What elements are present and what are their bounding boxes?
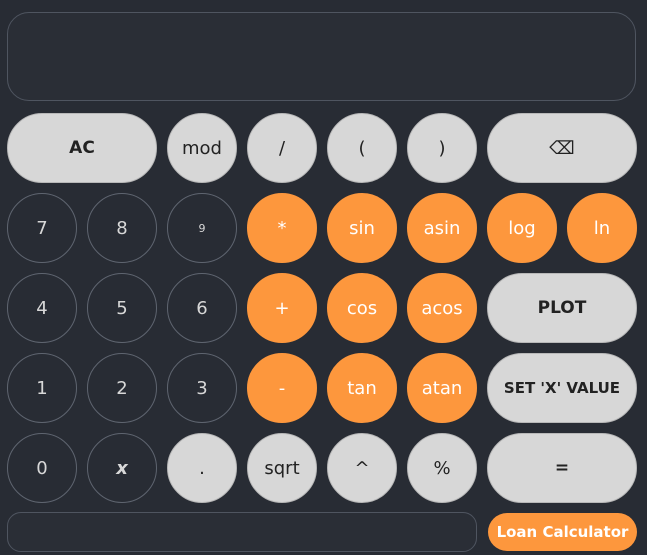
acos-button[interactable]: acos [407,273,477,343]
loan-calculator-button[interactable]: Loan Calculator [488,513,637,551]
mod-button[interactable]: mod [167,113,237,183]
digit-7-button[interactable]: 7 [7,193,77,263]
minus-button[interactable]: - [247,353,317,423]
digit-9-button[interactable]: 9 [167,193,237,263]
digit-8-button[interactable]: 8 [87,193,157,263]
left-paren-button[interactable]: ( [327,113,397,183]
plus-button[interactable]: + [247,273,317,343]
multiply-button[interactable]: * [247,193,317,263]
divide-button[interactable]: / [247,113,317,183]
digit-4-button[interactable]: 4 [7,273,77,343]
percent-button[interactable]: % [407,433,477,503]
atan-button[interactable]: atan [407,353,477,423]
asin-button[interactable]: asin [407,193,477,263]
power-button[interactable]: ^ [327,433,397,503]
sqrt-button[interactable]: sqrt [247,433,317,503]
x-value-input[interactable] [7,512,477,552]
set-x-value-button[interactable]: SET 'X' VALUE [487,353,637,423]
log-button[interactable]: log [487,193,557,263]
x-variable-button[interactable]: x [87,433,157,503]
tan-button[interactable]: tan [327,353,397,423]
digit-5-button[interactable]: 5 [87,273,157,343]
digit-2-button[interactable]: 2 [87,353,157,423]
digit-1-button[interactable]: 1 [7,353,77,423]
equals-button[interactable]: = [487,433,637,503]
clear-button[interactable]: AC [7,113,157,183]
right-paren-button[interactable]: ) [407,113,477,183]
sin-button[interactable]: sin [327,193,397,263]
calculator-display[interactable] [7,12,636,101]
cos-button[interactable]: cos [327,273,397,343]
plot-button[interactable]: PLOT [487,273,637,343]
digit-3-button[interactable]: 3 [167,353,237,423]
digit-6-button[interactable]: 6 [167,273,237,343]
digit-0-button[interactable]: 0 [7,433,77,503]
ln-button[interactable]: ln [567,193,637,263]
backspace-button[interactable]: ⌫ [487,113,637,183]
decimal-point-button[interactable]: . [167,433,237,503]
